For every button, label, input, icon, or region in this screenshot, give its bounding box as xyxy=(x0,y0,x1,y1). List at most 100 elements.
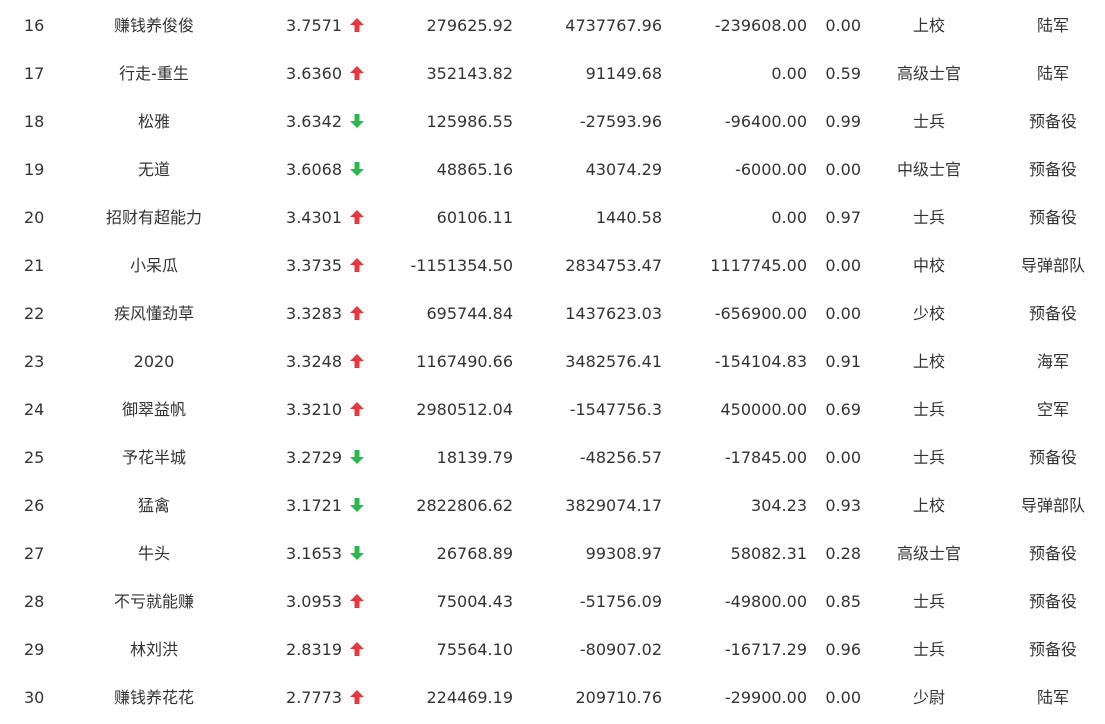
user-name[interactable]: 疾风懂劲草 xyxy=(74,290,234,338)
arrow-down-icon xyxy=(350,161,364,176)
rank-number: 22 xyxy=(24,304,45,323)
trend-indicator xyxy=(346,674,368,722)
score-value: 2.7773 xyxy=(286,688,342,707)
table-row[interactable]: 25 予花半城 3.2729 18139.79 -48256.57 -17845… xyxy=(0,434,1105,482)
military-branch: 预备役 xyxy=(1028,160,1077,179)
value-column-2: 1437623.03 xyxy=(565,304,662,323)
user-name[interactable]: 无道 xyxy=(74,146,234,194)
user-name[interactable]: 松雅 xyxy=(74,98,234,146)
value-column-1: 352143.82 xyxy=(426,64,513,83)
table-row[interactable]: 30 赚钱养花花 2.7773 224469.19 209710.76 -299… xyxy=(0,674,1105,722)
value-column-3: -16717.29 xyxy=(724,640,807,659)
military-branch: 陆军 xyxy=(1036,16,1069,35)
ratio-value: 0.85 xyxy=(825,592,861,611)
score-value: 3.6342 xyxy=(286,112,342,131)
trend-indicator xyxy=(346,146,368,194)
ratio-value: 0.59 xyxy=(825,64,861,83)
user-name[interactable]: 赚钱养俊俊 xyxy=(74,2,234,50)
ratio-value: 0.99 xyxy=(825,112,861,131)
military-branch: 预备役 xyxy=(1028,448,1077,467)
military-branch: 预备役 xyxy=(1028,544,1077,563)
value-column-2: 1440.58 xyxy=(595,208,662,227)
rank-number: 24 xyxy=(24,400,45,419)
value-column-3: 58082.31 xyxy=(730,544,807,563)
user-name[interactable]: 予花半城 xyxy=(74,434,234,482)
trend-indicator xyxy=(346,98,368,146)
trend-indicator xyxy=(346,242,368,290)
arrow-up-icon xyxy=(350,305,364,320)
value-column-1: 18139.79 xyxy=(436,448,513,467)
value-column-2: 4737767.96 xyxy=(565,16,662,35)
user-name[interactable]: 御翠益帆 xyxy=(74,386,234,434)
user-name[interactable]: 不亏就能赚 xyxy=(74,578,234,626)
table-row[interactable]: 28 不亏就能赚 3.0953 75004.43 -51756.09 -4980… xyxy=(0,578,1105,626)
trend-indicator xyxy=(346,2,368,50)
value-column-1: 125986.55 xyxy=(426,112,513,131)
value-column-2: 3829074.17 xyxy=(565,496,662,515)
table-row[interactable]: 22 疾风懂劲草 3.3283 695744.84 1437623.03 -65… xyxy=(0,290,1105,338)
military-branch: 预备役 xyxy=(1028,208,1077,227)
value-column-3: 1117745.00 xyxy=(710,256,807,275)
value-column-3: -96400.00 xyxy=(724,112,807,131)
table-row[interactable]: 24 御翠益帆 3.3210 2980512.04 -1547756.3 450… xyxy=(0,386,1105,434)
value-column-3: 0.00 xyxy=(771,64,807,83)
table-row[interactable]: 26 猛禽 3.1721 2822806.62 3829074.17 304.2… xyxy=(0,482,1105,530)
arrow-up-icon xyxy=(350,641,364,656)
military-branch: 预备役 xyxy=(1028,592,1077,611)
value-column-2: -48256.57 xyxy=(579,448,662,467)
table-row[interactable]: 21 小呆瓜 3.3735 -1151354.50 2834753.47 111… xyxy=(0,242,1105,290)
arrow-up-icon xyxy=(350,353,364,368)
military-branch: 导弹部队 xyxy=(1020,256,1085,275)
score-value: 3.6068 xyxy=(286,160,342,179)
ratio-value: 0.93 xyxy=(825,496,861,515)
table-row[interactable]: 29 林刘洪 2.8319 75564.10 -80907.02 -16717.… xyxy=(0,626,1105,674)
table-row[interactable]: 17 行走-重生 3.6360 352143.82 91149.68 0.00 … xyxy=(0,50,1105,98)
military-rank: 士兵 xyxy=(912,448,945,467)
value-column-1: 2980512.04 xyxy=(416,400,513,419)
ratio-value: 0.00 xyxy=(825,256,861,275)
military-rank: 士兵 xyxy=(912,112,945,131)
military-rank: 高级士官 xyxy=(896,544,961,563)
military-branch: 预备役 xyxy=(1028,640,1077,659)
value-column-1: 224469.19 xyxy=(426,688,513,707)
value-column-3: -154104.83 xyxy=(714,352,807,371)
ratio-value: 0.00 xyxy=(825,16,861,35)
trend-indicator xyxy=(346,626,368,674)
user-name[interactable]: 赚钱养花花 xyxy=(74,674,234,722)
score-value: 2.8319 xyxy=(286,640,342,659)
user-name[interactable]: 2020 xyxy=(74,338,234,386)
table-row[interactable]: 23 2020 3.3248 1167490.66 3482576.41 -15… xyxy=(0,338,1105,386)
user-name[interactable]: 牛头 xyxy=(74,530,234,578)
arrow-down-icon xyxy=(350,113,364,128)
user-name[interactable]: 猛禽 xyxy=(74,482,234,530)
table-row[interactable]: 27 牛头 3.1653 26768.89 99308.97 58082.31 … xyxy=(0,530,1105,578)
user-name[interactable]: 招财有超能力 xyxy=(74,194,234,242)
trend-indicator xyxy=(346,530,368,578)
score-value: 3.1653 xyxy=(286,544,342,563)
military-branch: 空军 xyxy=(1036,400,1069,419)
ratio-value: 0.97 xyxy=(825,208,861,227)
arrow-up-icon xyxy=(350,593,364,608)
military-rank: 士兵 xyxy=(912,400,945,419)
user-name[interactable]: 林刘洪 xyxy=(74,626,234,674)
table-row[interactable]: 16 赚钱养俊俊 3.7571 279625.92 4737767.96 -23… xyxy=(0,2,1105,50)
table-row[interactable]: 20 招财有超能力 3.4301 60106.11 1440.58 0.00 0… xyxy=(0,194,1105,242)
military-rank: 中级士官 xyxy=(896,160,961,179)
military-rank: 少校 xyxy=(912,304,945,323)
trend-indicator xyxy=(346,434,368,482)
arrow-up-icon xyxy=(350,17,364,32)
rank-number: 27 xyxy=(24,544,45,563)
military-rank: 士兵 xyxy=(912,640,945,659)
value-column-1: 26768.89 xyxy=(436,544,513,563)
military-branch: 陆军 xyxy=(1036,688,1069,707)
table-row[interactable]: 19 无道 3.6068 48865.16 43074.29 -6000.00 … xyxy=(0,146,1105,194)
trend-indicator xyxy=(346,338,368,386)
arrow-up-icon xyxy=(350,401,364,416)
user-name[interactable]: 小呆瓜 xyxy=(74,242,234,290)
value-column-2: -27593.96 xyxy=(579,112,662,131)
arrow-up-icon xyxy=(350,257,364,272)
user-name[interactable]: 行走-重生 xyxy=(74,50,234,98)
table-row[interactable]: 18 松雅 3.6342 125986.55 -27593.96 -96400.… xyxy=(0,98,1105,146)
military-branch: 海军 xyxy=(1036,352,1069,371)
military-rank: 中校 xyxy=(912,256,945,275)
